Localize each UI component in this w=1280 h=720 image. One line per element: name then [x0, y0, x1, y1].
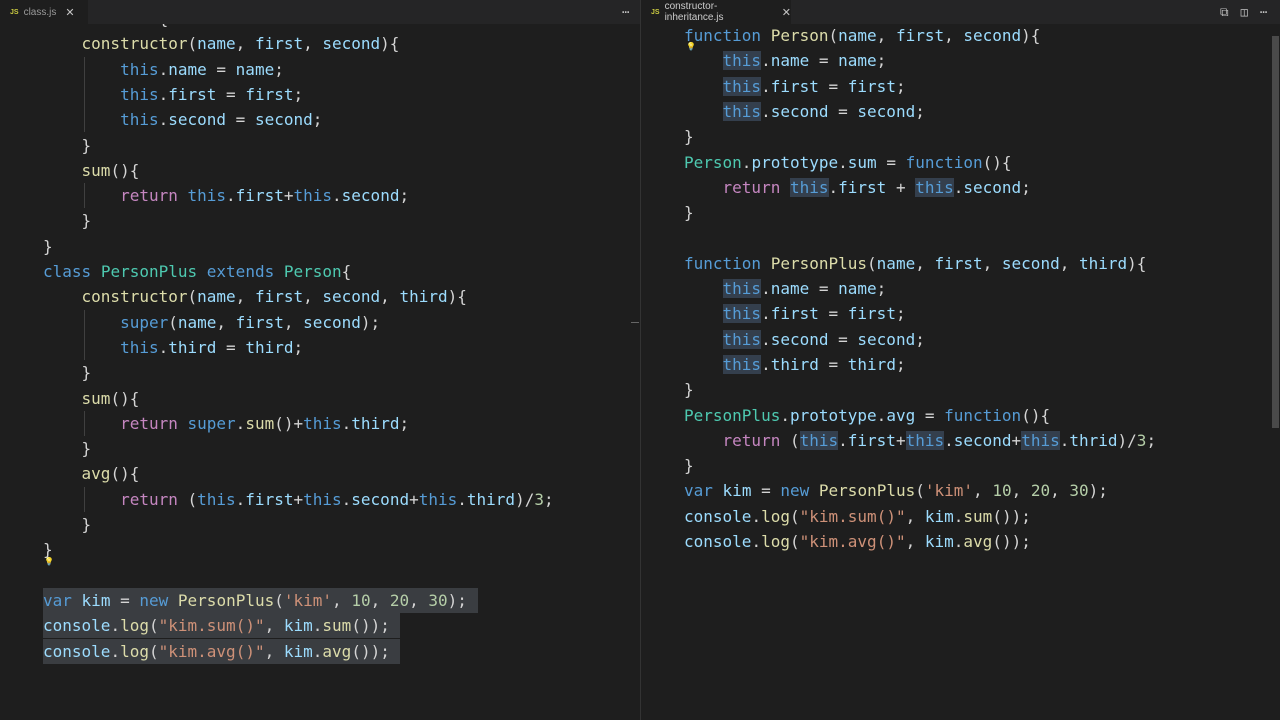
split-editor-icon[interactable]: ◫: [1241, 5, 1248, 19]
code-line: class PersonPlus extends Person{: [43, 262, 352, 281]
code-line: console.log("kim.avg()", kim.avg());: [43, 641, 390, 661]
indent-guide: [83, 486, 85, 512]
code-line: this.second = second;: [722, 329, 925, 349]
code-line: avg(){: [81, 464, 140, 484]
lightbulb-icon[interactable]: 💡: [686, 42, 696, 51]
open-changes-icon[interactable]: ⧉: [1220, 5, 1229, 20]
code-line: }: [684, 456, 694, 476]
indent-guide: [83, 183, 85, 209]
code-line: sum(){: [81, 160, 140, 180]
code-line: Person.prototype.sum = function(){: [684, 152, 1012, 172]
indent-guide: [83, 81, 85, 108]
indent-guide: [83, 334, 85, 361]
code-line: this.first = first;: [722, 76, 906, 96]
code-line: return this.first+this.second;: [120, 186, 410, 206]
code-line: constructor(name, first, second){: [81, 34, 400, 54]
code-line: }: [43, 363, 92, 383]
js-file-icon: JS: [10, 8, 19, 16]
code-line: }: [684, 127, 694, 147]
code-line: }: [43, 211, 92, 231]
code-line: this.first = first;: [120, 84, 304, 104]
tab-label: class.js: [23, 6, 57, 18]
code-line: function PersonPlus(name, first, second,…: [684, 253, 1147, 273]
indent-guide: [83, 56, 85, 82]
right-scrollbar[interactable]: [1272, 36, 1279, 428]
right-editor[interactable]: function Person(name, first, second){ th…: [641, 24, 1270, 720]
indent-guide: [83, 309, 85, 335]
tab-constructor-inheritance-js[interactable]: JS constructor-inheritance.js ✕: [641, 0, 791, 24]
code-line: return (this.first+this.second+this.thir…: [120, 489, 554, 509]
code-line: constructor(name, first, second, third){: [81, 287, 467, 307]
code-line: }: [43, 439, 92, 459]
code-line: this.name = name;: [120, 59, 284, 79]
code-line: return this.first + this.second;: [722, 177, 1031, 197]
js-file-icon: JS: [651, 8, 660, 16]
code-line: super(name, first, second);: [120, 312, 381, 332]
code-line: this.name = name;: [722, 279, 887, 298]
close-icon[interactable]: ✕: [65, 6, 74, 19]
left-editor[interactable]: class Person{ constructor(name, first, s…: [0, 24, 640, 720]
code-line: function Person(name, first, second){: [684, 26, 1041, 45]
code-line: return super.sum()+this.third;: [120, 413, 410, 433]
code-line: }: [43, 515, 92, 534]
code-line: this.second = second;: [120, 110, 323, 130]
left-tab-actions: ⋯: [622, 0, 629, 24]
code-line: this.first = first;: [722, 304, 906, 324]
code-line: }: [43, 236, 53, 256]
code-line: console.log("kim.sum()", kim.sum());: [43, 616, 390, 636]
code-line: PersonPlus.prototype.avg = function(){: [684, 405, 1051, 425]
code-line: this.third = third;: [722, 354, 906, 374]
code-line: }: [684, 203, 694, 223]
code-line: sum(){: [81, 388, 140, 408]
tab-label: constructor-inheritance.js: [664, 1, 724, 23]
indent-guide: [83, 107, 85, 133]
left-tab-bar: [0, 0, 640, 24]
lightbulb-icon[interactable]: 💡: [44, 557, 54, 566]
indent-guide: [83, 410, 85, 437]
ellipsis-icon[interactable]: ⋯: [622, 5, 629, 19]
code-line: return (this.first+this.second+this.thri…: [722, 430, 1157, 450]
code-line: var kim = new PersonPlus('kim', 10, 20, …: [43, 590, 467, 610]
code-line: var kim = new PersonPlus('kim', 10, 20, …: [684, 481, 1108, 501]
code-line: class Person{: [43, 24, 168, 31]
code-line: console.log("kim.avg()", kim.avg());: [684, 532, 1031, 551]
code-line: }: [43, 135, 92, 155]
right-tab-actions: ⧉ ◫ ⋯: [1220, 0, 1267, 24]
ellipsis-icon[interactable]: ⋯: [1260, 5, 1267, 19]
code-line: console.log("kim.sum()", kim.sum());: [684, 506, 1031, 526]
close-icon[interactable]: ✕: [782, 6, 791, 19]
code-line: this.second = second;: [722, 101, 925, 121]
code-line: this.name = name;: [722, 51, 887, 71]
code-line: this.third = third;: [120, 337, 304, 357]
left-scroll-indicator: [631, 322, 639, 323]
code-line: }: [684, 380, 694, 400]
tab-class-js[interactable]: JS class.js ✕: [0, 0, 88, 24]
